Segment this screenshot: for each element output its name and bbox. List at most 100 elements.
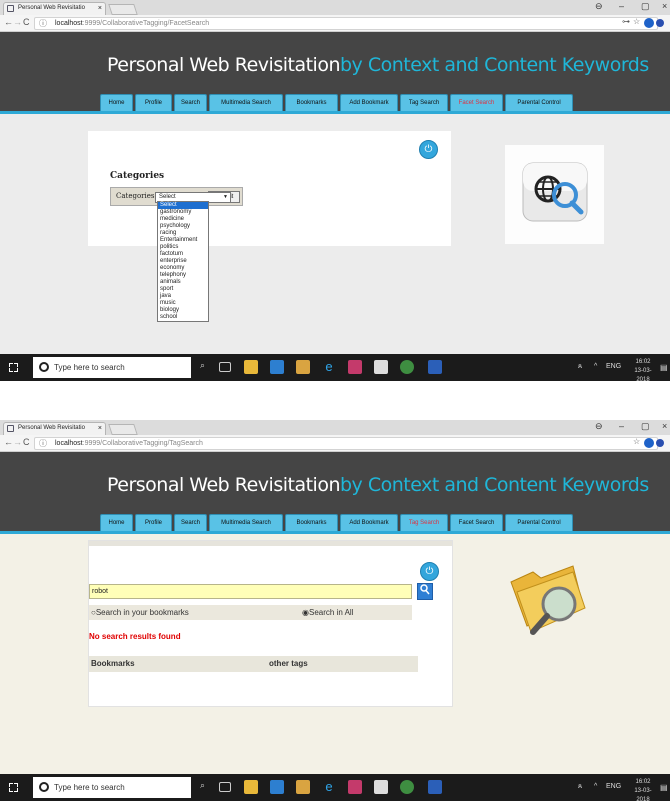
chrome-icon[interactable] xyxy=(400,360,414,374)
menu-profile[interactable]: Profile xyxy=(135,514,172,531)
dropdown-option[interactable]: racing xyxy=(158,230,208,237)
new-tab-button[interactable] xyxy=(108,424,138,435)
forward-button[interactable]: → xyxy=(13,17,22,27)
close-window-button[interactable]: × xyxy=(662,421,667,431)
system-clock[interactable]: 16:02 13-03-2018 xyxy=(628,358,658,381)
edge-icon[interactable]: e xyxy=(322,360,336,374)
menu-parental-control[interactable]: Parental Control xyxy=(505,94,573,111)
chrome-icon[interactable] xyxy=(400,780,414,794)
task-view-icon[interactable] xyxy=(219,782,231,792)
microphone-icon[interactable]: ⌕ xyxy=(200,780,205,791)
close-window-button[interactable]: × xyxy=(662,1,667,11)
menu-tag-search[interactable]: Tag Search xyxy=(400,514,448,531)
store-icon[interactable] xyxy=(270,360,284,374)
radio-checked-icon[interactable]: ◉ xyxy=(302,608,309,617)
word-icon[interactable] xyxy=(428,780,442,794)
notification-icon[interactable]: ▤ xyxy=(660,783,668,792)
people-icon[interactable]: ጰ xyxy=(578,783,582,791)
notification-icon[interactable]: ▤ xyxy=(660,363,668,372)
store-icon[interactable] xyxy=(270,780,284,794)
app-icon[interactable] xyxy=(296,780,310,794)
system-clock[interactable]: 16:02 13-03-2018 xyxy=(628,778,658,801)
mail-icon[interactable] xyxy=(374,780,388,794)
bookmark-star-icon[interactable]: ☆ xyxy=(633,17,640,26)
people-icon[interactable]: ጰ xyxy=(578,363,582,371)
menu-tag-search[interactable]: Tag Search xyxy=(400,94,448,111)
new-tab-button[interactable] xyxy=(108,4,138,15)
menu-facet-search[interactable]: Facet Search xyxy=(450,514,503,531)
menu-home[interactable]: Home xyxy=(100,514,133,531)
site-info-icon[interactable]: ⓘ xyxy=(39,438,47,449)
tab-close-icon[interactable]: × xyxy=(98,423,102,434)
dropdown-option[interactable]: Select xyxy=(158,202,208,209)
taskbar-search-box[interactable]: Type here to search xyxy=(33,777,191,798)
file-explorer-icon[interactable] xyxy=(244,780,258,794)
menu-facet-search[interactable]: Facet Search xyxy=(450,94,503,111)
dropdown-option[interactable]: school xyxy=(158,314,208,321)
dropdown-option[interactable]: economy xyxy=(158,265,208,272)
extension-icon[interactable] xyxy=(644,438,654,448)
dropdown-option[interactable]: politics xyxy=(158,244,208,251)
edge-icon[interactable]: e xyxy=(322,780,336,794)
back-button[interactable]: ← xyxy=(4,17,13,27)
dropdown-option[interactable]: factotum xyxy=(158,251,208,258)
browser-tab[interactable]: Personal Web Revisitatio × xyxy=(3,422,106,435)
bookmark-star-icon[interactable]: ☆ xyxy=(633,437,640,446)
dropdown-option[interactable]: music xyxy=(158,300,208,307)
dropdown-option[interactable]: sport xyxy=(158,286,208,293)
tag-search-input[interactable]: robot xyxy=(89,584,412,599)
browser-tab[interactable]: Personal Web Revisitatio × xyxy=(3,2,106,15)
menu-multimedia-search[interactable]: Multimedia Search xyxy=(209,94,283,111)
search-magnifier-button[interactable] xyxy=(417,583,433,600)
show-hidden-icons-chevron[interactable]: ^ xyxy=(594,363,597,370)
taskbar-search-box[interactable]: Type here to search xyxy=(33,357,191,378)
extension-icon[interactable] xyxy=(656,439,664,447)
mail-icon[interactable] xyxy=(374,360,388,374)
account-icon[interactable]: ⊖ xyxy=(595,421,603,432)
account-icon[interactable]: ⊖ xyxy=(595,1,603,12)
extension-icon[interactable] xyxy=(644,18,654,28)
word-icon[interactable] xyxy=(428,360,442,374)
url-bar[interactable]: ⓘ localhost:9999/CollaborativeTagging/Ta… xyxy=(34,437,658,450)
menu-multimedia-search[interactable]: Multimedia Search xyxy=(209,514,283,531)
app-icon[interactable] xyxy=(296,360,310,374)
dropdown-option[interactable]: Entertainment xyxy=(158,237,208,244)
windows-start-icon[interactable] xyxy=(9,363,18,372)
dropdown-option[interactable]: telephony xyxy=(158,272,208,279)
tab-close-icon[interactable]: × xyxy=(98,3,102,14)
file-explorer-icon[interactable] xyxy=(244,360,258,374)
menu-add-bookmark[interactable]: Add Bookmark xyxy=(340,94,398,111)
microphone-icon[interactable]: ⌕ xyxy=(200,360,205,371)
dropdown-option[interactable]: psychology xyxy=(158,223,208,230)
minimize-button[interactable]: – xyxy=(619,1,624,11)
scope-bookmarks-option[interactable]: ○Search in your bookmarks xyxy=(91,608,189,617)
dropdown-option[interactable]: biology xyxy=(158,307,208,314)
menu-search[interactable]: Search xyxy=(174,514,207,531)
maximize-button[interactable]: ▢ xyxy=(641,421,650,432)
menu-bookmarks[interactable]: Bookmarks xyxy=(285,514,338,531)
minimize-button[interactable]: – xyxy=(619,421,624,431)
app-icon[interactable] xyxy=(348,360,362,374)
logout-power-icon[interactable]: ⏻ xyxy=(419,140,438,159)
menu-parental-control[interactable]: Parental Control xyxy=(505,514,573,531)
menu-bookmarks[interactable]: Bookmarks xyxy=(285,94,338,111)
reload-button[interactable]: C xyxy=(23,437,30,447)
app-icon[interactable] xyxy=(348,780,362,794)
windows-start-icon[interactable] xyxy=(9,783,18,792)
site-info-icon[interactable]: ⓘ xyxy=(39,18,47,29)
menu-search[interactable]: Search xyxy=(174,94,207,111)
forward-button[interactable]: → xyxy=(13,437,22,447)
dropdown-option[interactable]: animals xyxy=(158,279,208,286)
dropdown-option[interactable]: enterprise xyxy=(158,258,208,265)
maximize-button[interactable]: ▢ xyxy=(641,1,650,12)
reload-button[interactable]: C xyxy=(23,17,30,27)
url-bar[interactable]: ⓘ localhost:9999/CollaborativeTagging/Fa… xyxy=(34,17,658,30)
dropdown-option[interactable]: medicine xyxy=(158,216,208,223)
scope-all-option[interactable]: ◉Search in All xyxy=(302,608,353,617)
back-button[interactable]: ← xyxy=(4,437,13,447)
task-view-icon[interactable] xyxy=(219,362,231,372)
menu-add-bookmark[interactable]: Add Bookmark xyxy=(340,514,398,531)
dropdown-option[interactable]: gastronomy xyxy=(158,209,208,216)
dropdown-option[interactable]: java xyxy=(158,293,208,300)
language-indicator[interactable]: ENG xyxy=(606,783,621,790)
